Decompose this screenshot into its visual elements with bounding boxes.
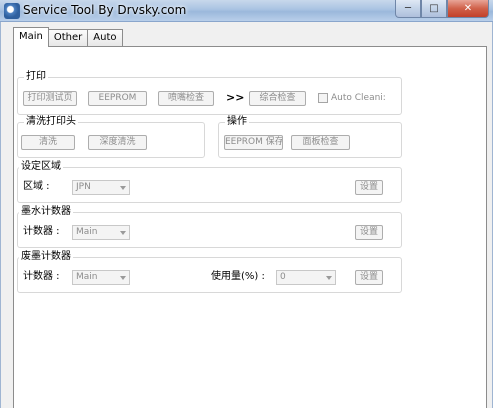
auto-clean-option[interactable]: Auto Cleani: [318,93,386,103]
deep-clean-button[interactable]: 深度清洗 [88,135,147,150]
comprehensive-check-button[interactable]: 综合检查 [249,91,306,106]
ink-counter-group-title: 墨水计数器 [19,205,73,219]
panel-check-button[interactable]: 面板检查 [291,135,350,150]
ink-counter-set-button[interactable]: 设置 [355,225,383,240]
waste-counter-group-title: 废墨计数器 [19,250,73,264]
clean-group-title: 清洗打印头 [24,115,78,129]
window-controls: ─ □ ✕ [395,0,489,18]
ink-counter-select[interactable]: Main [72,225,130,240]
tab-other[interactable]: Other [47,29,89,47]
print-group-title: 打印 [24,70,48,84]
arrow-icon: >> [226,91,245,104]
region-group-title: 设定区域 [19,160,63,174]
clean-button[interactable]: 清洗 [21,135,75,150]
auto-clean-checkbox[interactable] [318,93,328,103]
ink-counter-select-value: Main [76,227,98,237]
tab-strip: Main Other Auto [13,27,123,47]
region-select-value: JPN [76,182,91,192]
ink-counter-label: 计数器 : [23,226,60,237]
region-group: 设定区域 区域 : JPN 设置 [17,160,402,203]
waste-counter-select-value: Main [76,272,98,282]
window-client: Main Other Auto 打印 打印测试页 EEPROM 喷嘴检查 >> … [0,22,493,408]
app-icon [4,3,20,19]
eeprom-button[interactable]: EEPROM [88,91,147,106]
waste-counter-select[interactable]: Main [72,270,130,285]
clean-printhead-group: 清洗打印头 清洗 深度清洗 [17,115,205,158]
chevron-down-icon [120,231,126,235]
window-title: Service Tool By Drvsky.com [23,3,187,17]
waste-counter-set-button[interactable]: 设置 [355,270,383,285]
ink-counter-group: 墨水计数器 计数器 : Main 设置 [17,205,402,248]
region-set-button[interactable]: 设置 [355,180,383,195]
maximize-button[interactable]: □ [421,0,447,18]
tab-main[interactable]: Main [13,27,49,47]
minimize-button[interactable]: ─ [395,0,421,18]
close-button[interactable]: ✕ [447,0,489,18]
nozzle-check-button[interactable]: 喷嘴检查 [158,91,214,106]
chevron-down-icon [326,276,332,280]
usage-select-value: 0 [280,272,286,282]
title-bar[interactable]: Service Tool By Drvsky.com ─ □ ✕ [0,0,493,22]
eeprom-save-button[interactable]: EEPROM 保存 [224,135,283,150]
chevron-down-icon [120,186,126,190]
operation-group: 操作 EEPROM 保存 面板检查 [218,115,402,158]
print-test-page-button[interactable]: 打印测试页 [23,91,77,106]
region-select[interactable]: JPN [72,180,130,195]
usage-select[interactable]: 0 [276,270,336,285]
tab-auto[interactable]: Auto [87,29,123,47]
waste-ink-counter-group: 废墨计数器 计数器 : Main 使用量(%) : 0 设置 [17,250,402,293]
operation-group-title: 操作 [225,115,249,129]
waste-counter-label: 计数器 : [23,271,60,282]
tab-panel-main: 打印 打印测试页 EEPROM 喷嘴检查 >> 综合检查 Auto Cleani… [13,46,487,408]
usage-label: 使用量(%) : [211,271,265,282]
chevron-down-icon [120,276,126,280]
region-label: 区域 : [23,181,50,192]
auto-clean-label: Auto Cleani: [331,93,386,103]
print-group: 打印 打印测试页 EEPROM 喷嘴检查 >> 综合检查 Auto Cleani… [17,70,402,115]
